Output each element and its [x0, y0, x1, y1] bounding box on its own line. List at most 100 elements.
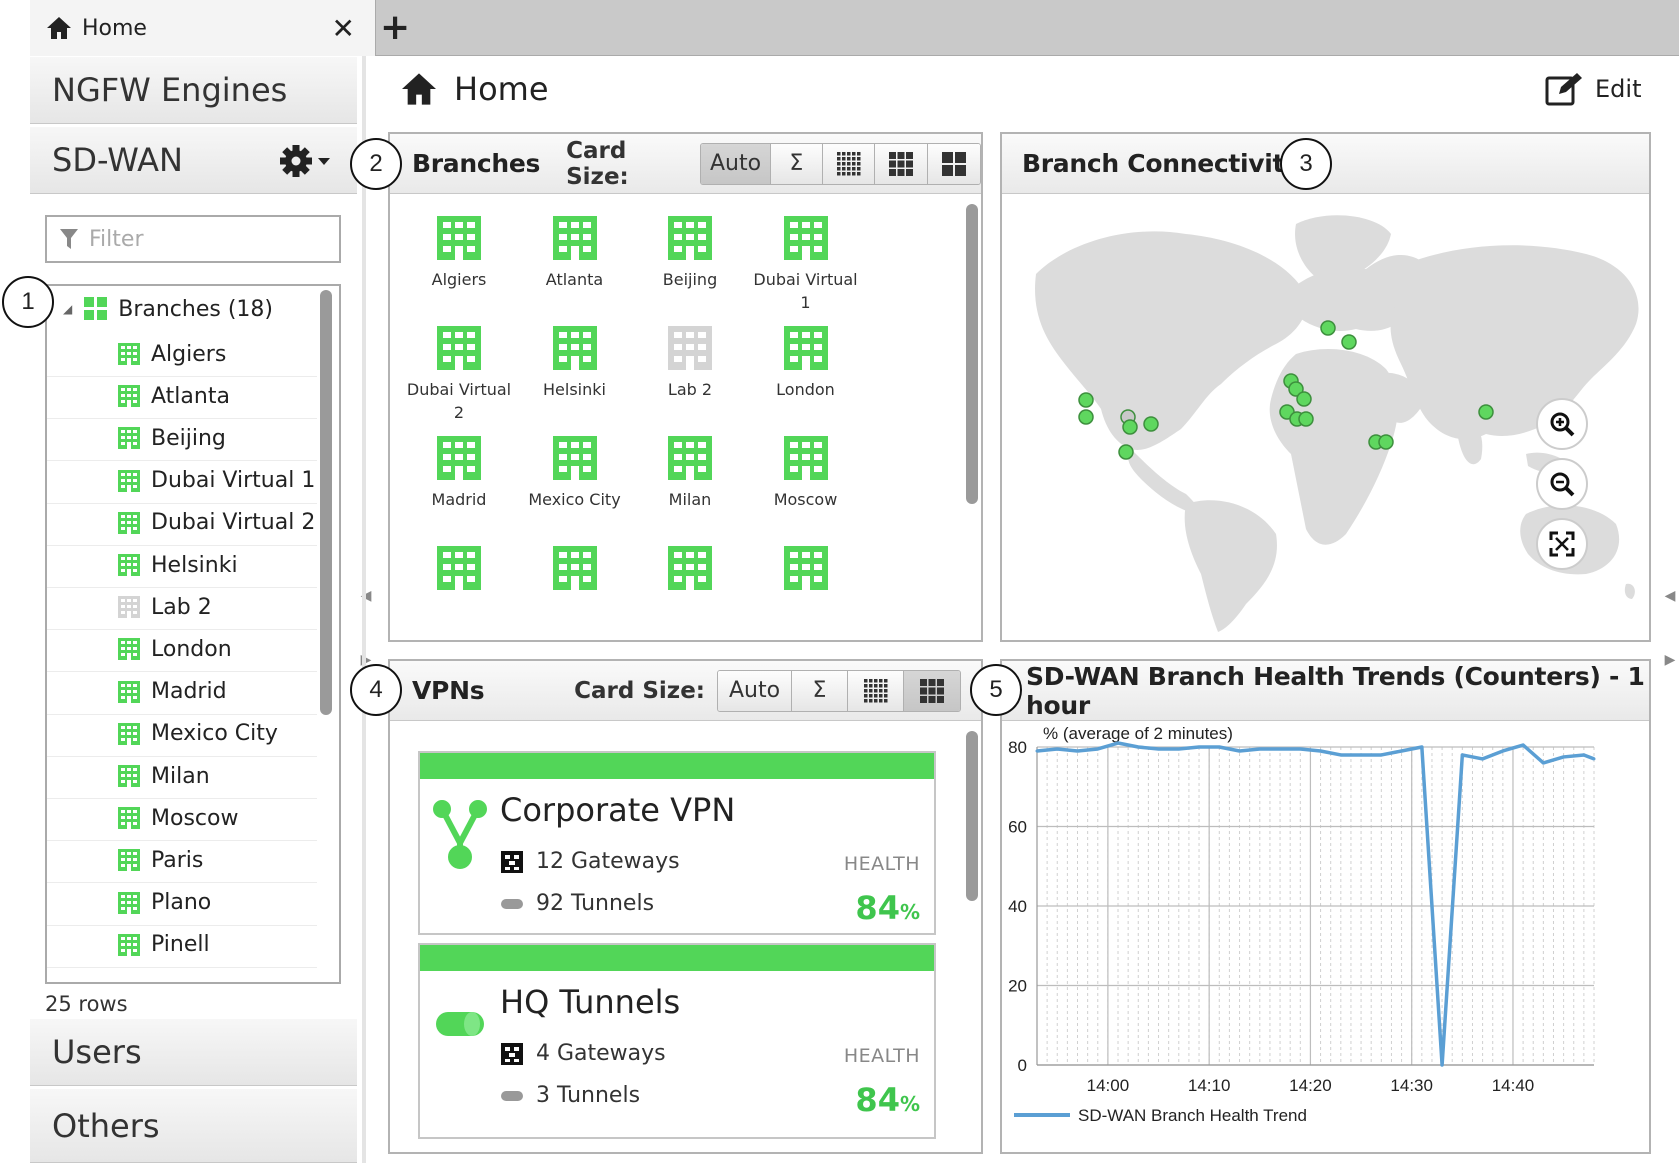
tree-item[interactable]: Pinell — [47, 923, 317, 968]
tab-home[interactable]: Home ✕ — [30, 0, 376, 56]
section-label: NGFW Engines — [52, 71, 288, 109]
vpn-card-corporate[interactable]: Corporate VPN 12 Gateways 92 Tunnels HEA… — [418, 751, 936, 935]
tree-item[interactable]: Dubai Virtual 2 — [47, 501, 317, 546]
branch-card[interactable] — [404, 544, 514, 598]
branch-card[interactable]: Helsinki — [520, 324, 630, 401]
branch-card[interactable]: Dubai Virtual 2 — [404, 324, 514, 424]
branch-card[interactable]: London — [751, 324, 861, 401]
section-label: SD-WAN — [52, 141, 183, 179]
section-ngfw-engines[interactable]: NGFW Engines — [30, 56, 357, 124]
tree-scrollbar[interactable] — [320, 290, 332, 715]
branch-site-marker[interactable] — [1078, 392, 1094, 408]
tree-item[interactable]: London — [47, 627, 317, 673]
branch-card[interactable] — [635, 544, 745, 598]
tree-item[interactable]: Milan — [47, 754, 317, 799]
branch-site-marker[interactable] — [1078, 409, 1094, 425]
vpn-health-number: 84 — [855, 889, 900, 927]
branch-card-grid: Algiers Atlanta Beijing Dubai Virtual 1 Duba… — [390, 194, 960, 640]
card-size-summary-button[interactable]: Σ — [770, 143, 823, 184]
card-size-auto-button[interactable]: Auto — [701, 143, 771, 184]
data-point — [1096, 747, 1100, 751]
grid-small-icon — [836, 151, 861, 175]
x-tick-label: 14:20 — [1289, 1076, 1332, 1095]
tree-item[interactable]: Mexico City — [47, 712, 317, 757]
branch-card[interactable]: Madrid — [404, 434, 514, 511]
vpn-card-hq-tunnels[interactable]: HQ Tunnels 4 Gateways 3 Tunnels HEALTH 8… — [418, 943, 936, 1139]
collapse-left-icon[interactable]: ◀ — [1665, 588, 1676, 604]
zoom-in-button[interactable] — [1536, 398, 1588, 450]
tree-item-label: Pinell — [151, 932, 210, 958]
card-size-large-button[interactable] — [927, 143, 980, 184]
branch-site-marker[interactable] — [1320, 320, 1336, 336]
branch-building-icon — [783, 326, 828, 370]
tree-item-label: Lab 2 — [151, 594, 212, 620]
branch-card[interactable]: Mexico City — [520, 434, 630, 511]
card-size-auto-button[interactable]: Auto — [718, 670, 792, 711]
filter-input[interactable]: Filter — [45, 215, 341, 263]
tree-item[interactable]: Paris — [47, 838, 317, 884]
home-icon — [402, 73, 436, 105]
card-size-medium-button[interactable] — [904, 670, 960, 711]
tree-item[interactable]: Helsinki — [47, 543, 317, 588]
tree-item-label: Moscow — [151, 805, 239, 831]
tree-item[interactable]: Atlanta — [47, 374, 317, 420]
tunnel-large-icon — [436, 1012, 484, 1036]
vpn-gateways: 4 Gateways — [500, 1041, 666, 1066]
branch-card[interactable]: Dubai Virtual 1 — [751, 214, 861, 314]
branch-card-label: Helsinki — [543, 380, 606, 399]
branch-card[interactable] — [751, 544, 861, 598]
tree-item[interactable]: Dubai Virtual 1 — [47, 459, 317, 504]
fit-to-view-button[interactable] — [1536, 518, 1588, 570]
tree-root-branches[interactable]: ◢ Branches (18) — [47, 288, 337, 330]
gear-dropdown-icon[interactable] — [278, 143, 336, 179]
tree-item[interactable]: Moscow — [47, 796, 317, 842]
branch-site-marker[interactable] — [1478, 404, 1494, 420]
health-trend-chart[interactable]: 0 20 40 60 80 14:00 14:10 14:20 14:30 14:40 % (ave… — [1002, 723, 1649, 1153]
branch-site-marker[interactable] — [1122, 419, 1138, 435]
card-size-label: Card Size: — [574, 677, 705, 704]
branch-site-marker[interactable] — [1378, 434, 1394, 450]
branches-scrollbar[interactable] — [966, 204, 978, 504]
branches-panel: Branches Card Size: Auto Σ Algiers Atlant… — [388, 132, 983, 642]
section-users[interactable]: Users — [30, 1018, 357, 1086]
tree-item[interactable]: Plano — [47, 881, 317, 926]
vpns-panel-title: VPNs — [412, 676, 485, 705]
callout-4: 4 — [350, 664, 402, 716]
branch-card[interactable]: Beijing — [635, 214, 745, 291]
add-tab-button[interactable]: + — [380, 6, 410, 50]
branch-card[interactable]: Lab 2 — [635, 324, 745, 401]
collapse-arrow-icon[interactable]: ◢ — [63, 302, 72, 316]
tree-item[interactable]: Beijing — [47, 416, 317, 462]
branch-card[interactable]: Moscow — [751, 434, 861, 511]
card-size-small-button[interactable] — [848, 670, 904, 711]
branch-card[interactable]: Milan — [635, 434, 745, 511]
branch-site-marker[interactable] — [1118, 444, 1134, 460]
tree-item[interactable]: Lab 2 — [47, 585, 317, 631]
branch-building-icon — [668, 546, 712, 590]
branch-card[interactable] — [520, 544, 630, 598]
close-tab-icon[interactable]: ✕ — [332, 12, 355, 45]
tree-item[interactable]: Madrid — [47, 670, 317, 715]
branch-site-marker[interactable] — [1341, 334, 1357, 350]
expand-right-icon[interactable]: ▶ — [1665, 652, 1676, 668]
card-size-medium-button[interactable] — [875, 143, 928, 184]
tree-item[interactable]: Algiers — [47, 332, 317, 377]
section-sd-wan[interactable]: SD-WAN — [30, 126, 357, 194]
card-size-summary-button[interactable]: Σ — [792, 670, 848, 711]
branch-site-marker[interactable] — [1296, 391, 1312, 407]
branch-building-icon — [437, 546, 481, 590]
health-trends-panel: SD-WAN Branch Health Trends (Counters) -… — [1000, 659, 1651, 1154]
zoom-out-button[interactable] — [1536, 458, 1588, 510]
branch-card[interactable]: Algiers — [404, 214, 514, 291]
vpn-status-bar — [420, 753, 934, 779]
card-size-small-button[interactable] — [822, 143, 876, 184]
branch-card[interactable]: Atlanta — [520, 214, 630, 291]
branch-site-marker[interactable] — [1298, 411, 1314, 427]
branch-site-marker[interactable] — [1143, 416, 1159, 432]
vpns-scrollbar[interactable] — [966, 731, 978, 901]
right-splitter[interactable]: ◀ ▶ — [1664, 588, 1676, 668]
edit-button[interactable]: Edit — [1545, 72, 1641, 106]
tree-item-label: Algiers — [151, 341, 227, 367]
vpn-health-unit: % — [899, 1092, 920, 1116]
section-others[interactable]: Others — [30, 1088, 357, 1163]
